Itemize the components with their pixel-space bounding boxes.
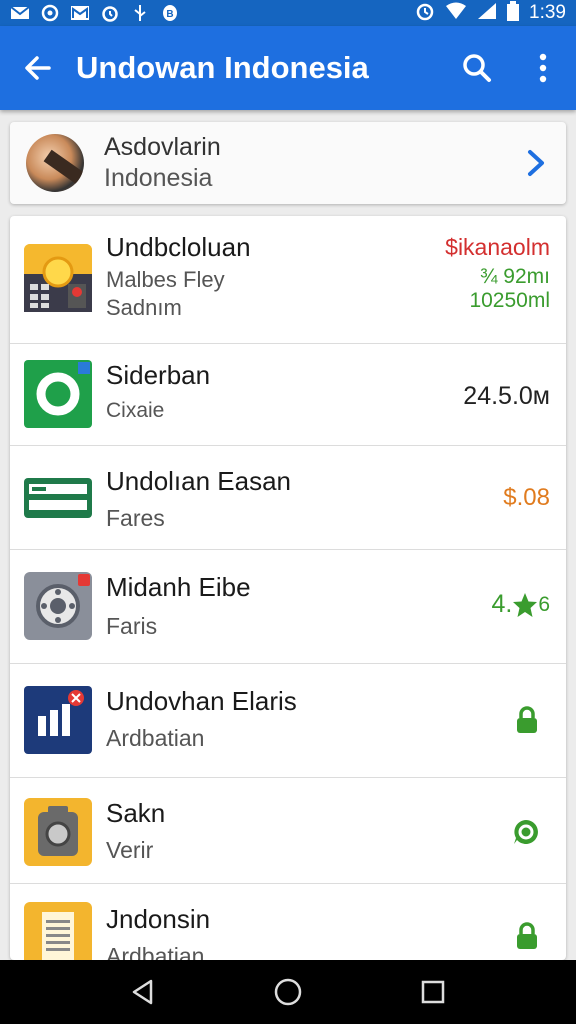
signal-icon (477, 2, 497, 25)
chat-icon (512, 818, 540, 851)
more-vert-icon (539, 53, 547, 83)
arrow-left-icon (25, 56, 51, 80)
list-item-title: Siderban (106, 360, 211, 390)
rating-suffix: 6 (538, 592, 550, 616)
wifi-icon (445, 2, 467, 25)
square-recents-icon (422, 980, 445, 1004)
list-item-subtitle: Cixaie (106, 399, 165, 422)
list-item-text: Midanh Eibe Faris (106, 572, 251, 640)
list-item-text: Undbcloluan Malbes Fley Sadnım (106, 232, 251, 321)
app-list: Undbcloluan Malbes Fley Sadnım $ikanaolm… (10, 216, 566, 960)
list-item-value: 24.5.0м (463, 382, 550, 410)
list-item-text: Undovhan Elaris Ardbatian (106, 686, 297, 752)
nav-recents-button[interactable] (403, 962, 463, 1022)
list-item-subtitle: Faris (106, 613, 158, 639)
list-item-title: Undolıan Easan (106, 466, 292, 496)
list-item-subtitle: Ardbatian (106, 725, 205, 751)
search-icon (463, 54, 491, 82)
list-item-title: Sakn (106, 798, 166, 828)
nav-back-button[interactable] (113, 962, 173, 1022)
list-item-subtitle: Ardbatian (106, 943, 205, 960)
profile-text: Asdovlarin Indonesia (104, 133, 506, 193)
overflow-menu-button[interactable] (510, 26, 576, 110)
green-ring-app-icon (24, 360, 92, 428)
search-button[interactable] (444, 26, 510, 110)
battery-icon (507, 0, 520, 26)
mail-icon (10, 4, 30, 22)
list-item[interactable]: Jndonsin Ardbatian (10, 884, 566, 960)
price-label: $ikanaolm (445, 234, 550, 260)
document-app-icon (24, 902, 92, 960)
list-item[interactable]: Undovhan Elaris Ardbatian (10, 664, 566, 778)
list-item-text: Siderban Cixaie (106, 360, 210, 423)
camera-app-icon (24, 798, 92, 866)
alarm-icon (100, 4, 120, 22)
app-bar: Undowan Indonesia (0, 26, 576, 110)
list-item[interactable]: Sakn Verir (10, 778, 566, 884)
lock-icon (516, 922, 538, 955)
system-nav-bar (0, 960, 576, 1024)
shield-icon: B (160, 4, 180, 22)
star-icon (513, 592, 538, 617)
list-item-text: Undolıan Easan Fares (106, 466, 291, 532)
list-item-subtitle: Verir (106, 837, 154, 863)
list-item-subtitle: Fares (106, 505, 165, 531)
download-label: 10250ml (469, 289, 550, 312)
list-item[interactable]: Midanh Eibe Faris 4. 6 (10, 550, 566, 664)
list-item-text: Jndonsin Ardbatian (106, 904, 210, 960)
alarm-icon (415, 1, 435, 26)
list-item[interactable]: Siderban Cixaie 24.5.0м (10, 344, 566, 446)
list-item-title: Undovhan Elaris (106, 686, 297, 716)
list-item-title: Jndonsin (106, 904, 211, 934)
price-label: $.08 (503, 484, 550, 511)
rating-value: 4. (491, 590, 513, 618)
profile-card[interactable]: Asdovlarin Indonesia (10, 122, 566, 204)
lock-icon (516, 706, 538, 739)
list-item-subtitle: Sadnım (106, 295, 182, 320)
gmail-icon (70, 4, 90, 22)
avatar (26, 134, 84, 192)
system-icons: 1:39 (415, 0, 566, 26)
list-item-subtitle: Malbes Fley (106, 267, 225, 292)
svg-text:B: B (166, 9, 173, 20)
status-bar: B 1:39 (0, 0, 576, 26)
profile-location: Indonesia (104, 164, 213, 192)
list-item-meta: $ikanaolm ¾ 92mı 10250ml (445, 234, 550, 313)
circle-home-icon (274, 978, 302, 1006)
clock: 1:39 (529, 2, 566, 23)
profile-open-button[interactable] (506, 122, 566, 204)
list-item-title: Undbcloluan (106, 232, 251, 262)
list-item-title: Midanh Eibe (106, 572, 251, 602)
calculator-app-icon (24, 244, 92, 312)
chevron-right-icon (528, 150, 544, 176)
list-item-text: Sakn Verir (106, 798, 165, 864)
settings-app-icon (24, 572, 92, 640)
list-app-icon (24, 464, 92, 532)
list-item[interactable]: Undolıan Easan Fares $.08 (10, 446, 566, 550)
size-label: ¾ 92mı (479, 265, 550, 288)
notification-icons: B (10, 4, 180, 22)
usb-icon (130, 4, 150, 22)
triangle-back-icon (132, 979, 152, 1005)
rating-label: 4. 6 (491, 590, 550, 619)
list-item[interactable]: Undbcloluan Malbes Fley Sadnım $ikanaolm… (10, 216, 566, 344)
nav-home-button[interactable] (258, 962, 318, 1022)
sync-icon (40, 4, 60, 22)
back-button[interactable] (0, 26, 76, 110)
page-title: Undowan Indonesia (76, 50, 369, 85)
chart-app-icon (24, 686, 92, 754)
profile-name: Asdovlarin (104, 133, 221, 161)
